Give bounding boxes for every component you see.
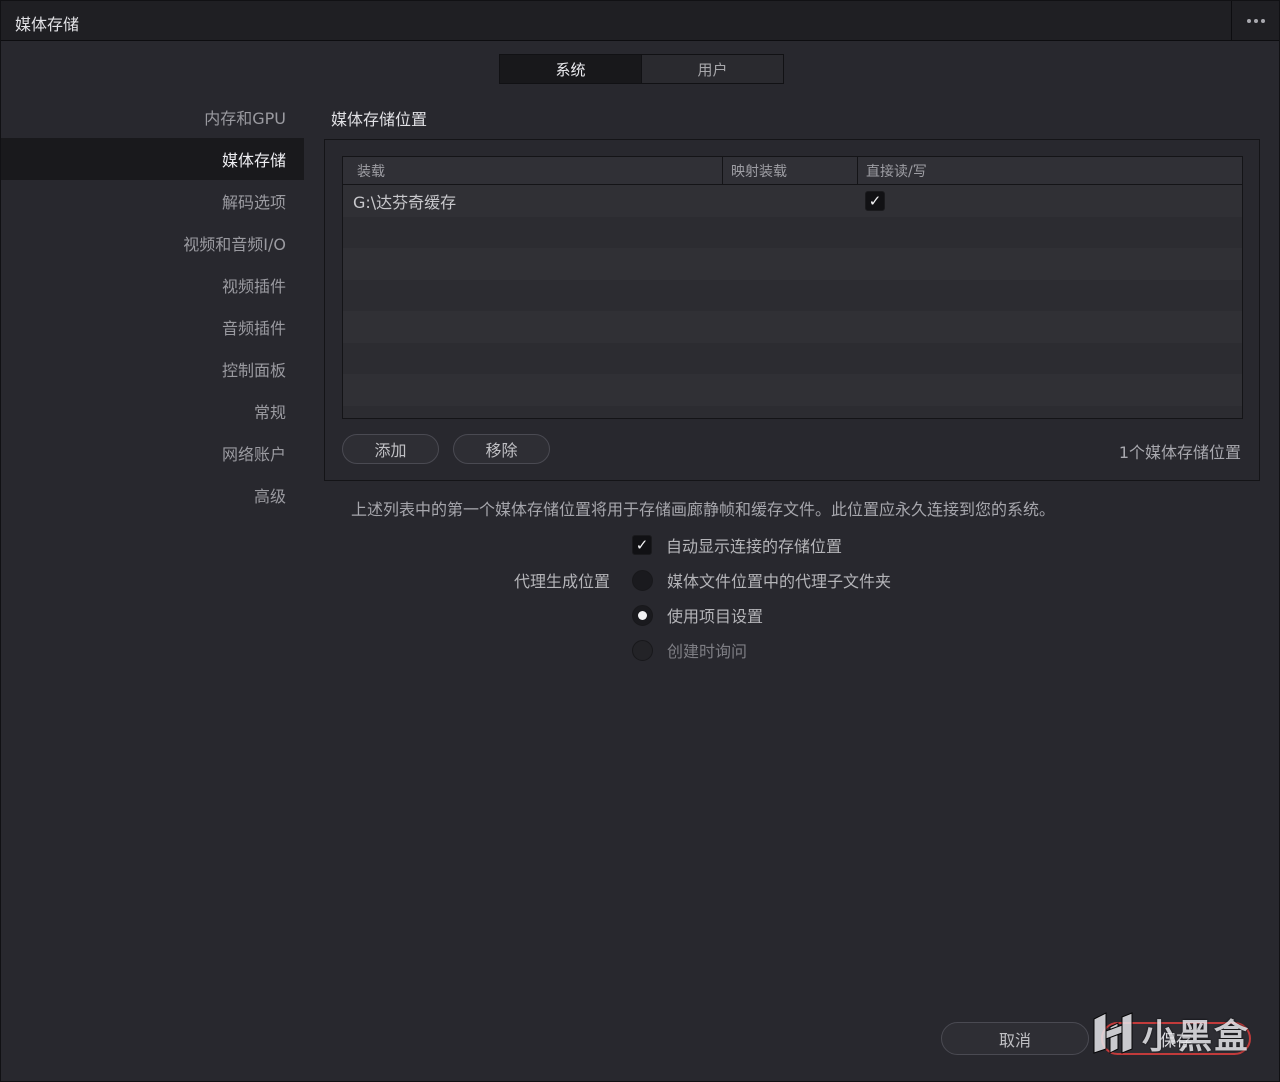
heybox-logo-icon	[1093, 1012, 1133, 1054]
storage-panel: 装载 映射装载 直接读/写 G:\达芬奇缓存 ✓ 添加 移除 1个媒体存储位置	[324, 139, 1260, 481]
table-row	[343, 405, 1242, 418]
table-row	[343, 374, 1242, 406]
add-button[interactable]: 添加	[342, 434, 439, 464]
preferences-window: 媒体存储 系统 用户 内存和GPU 媒体存储 解码选项 视频和音频I/O 视频插…	[0, 0, 1280, 1082]
table-row	[343, 311, 1242, 343]
remove-button[interactable]: 移除	[453, 434, 550, 464]
proxy-subfolder-radio[interactable]	[632, 569, 653, 591]
tab-bar: 系统 用户	[499, 54, 784, 84]
proxy-location-label: 代理生成位置	[514, 572, 611, 591]
table-row	[343, 248, 1242, 280]
proxy-option-subfolder[interactable]: 媒体文件位置中的代理子文件夹	[632, 568, 891, 592]
tab-system[interactable]: 系统	[500, 55, 641, 83]
proxy-subfolder-label: 媒体文件位置中的代理子文件夹	[667, 572, 892, 591]
direct-rw-cell: ✓	[857, 190, 1242, 211]
cancel-button[interactable]: 取消	[941, 1022, 1089, 1055]
watermark: 小黑盒	[1088, 1007, 1250, 1059]
table-row	[343, 216, 1242, 248]
column-header-mapped-mount[interactable]: 映射装载	[722, 157, 857, 184]
table-row	[343, 342, 1242, 374]
column-header-direct-rw[interactable]: 直接读/写	[857, 157, 1242, 184]
window-title: 媒体存储	[15, 15, 80, 34]
sidebar-item-audio-plugins[interactable]: 音频插件	[1, 306, 304, 348]
proxy-project-settings-label: 使用项目设置	[667, 607, 764, 626]
auto-show-option[interactable]: ✓ 自动显示连接的存储位置	[632, 533, 842, 557]
table-body: G:\达芬奇缓存 ✓	[343, 185, 1242, 418]
sidebar-item-general[interactable]: 常规	[1, 390, 304, 432]
table-header: 装载 映射装载 直接读/写	[343, 157, 1242, 185]
sidebar-item-network-accounts[interactable]: 网络账户	[1, 432, 304, 474]
proxy-ask-label: 创建时询问	[667, 642, 748, 661]
sidebar-item-decode-options[interactable]: 解码选项	[1, 180, 304, 222]
proxy-ask-radio[interactable]	[632, 639, 653, 661]
auto-show-checkbox[interactable]: ✓	[632, 535, 652, 555]
tab-user[interactable]: 用户	[641, 55, 783, 83]
storage-note: 上述列表中的第一个媒体存储位置将用于存储画廊静帧和缓存文件。此位置应永久连接到您…	[351, 500, 1056, 519]
title-bar: 媒体存储	[1, 1, 1279, 41]
sidebar-item-video-audio-io[interactable]: 视频和音频I/O	[1, 222, 304, 264]
sidebar: 内存和GPU 媒体存储 解码选项 视频和音频I/O 视频插件 音频插件 控制面板…	[1, 96, 304, 516]
proxy-project-settings-radio[interactable]	[632, 604, 653, 626]
sidebar-item-control-panels[interactable]: 控制面板	[1, 348, 304, 390]
auto-show-label: 自动显示连接的存储位置	[666, 537, 843, 556]
proxy-option-project-settings[interactable]: 使用项目设置	[632, 603, 763, 627]
storage-count: 1个媒体存储位置	[1118, 443, 1241, 462]
storage-table: 装载 映射装载 直接读/写 G:\达芬奇缓存 ✓	[342, 156, 1243, 419]
sidebar-item-video-plugins[interactable]: 视频插件	[1, 264, 304, 306]
more-options-icon[interactable]	[1231, 1, 1279, 41]
mount-path-cell: G:\达芬奇缓存	[353, 192, 457, 212]
section-title: 媒体存储位置	[331, 110, 428, 129]
table-row[interactable]: G:\达芬奇缓存 ✓	[343, 185, 1242, 217]
direct-rw-checkbox[interactable]: ✓	[865, 190, 885, 211]
sidebar-item-memory-gpu[interactable]: 内存和GPU	[1, 96, 304, 138]
proxy-option-ask[interactable]: 创建时询问	[632, 638, 747, 662]
sidebar-item-media-storage[interactable]: 媒体存储	[1, 138, 304, 180]
table-row	[343, 279, 1242, 311]
watermark-text: 小黑盒	[1142, 1016, 1250, 1057]
sidebar-item-advanced[interactable]: 高级	[1, 474, 304, 516]
column-header-mount[interactable]: 装载	[343, 157, 722, 184]
